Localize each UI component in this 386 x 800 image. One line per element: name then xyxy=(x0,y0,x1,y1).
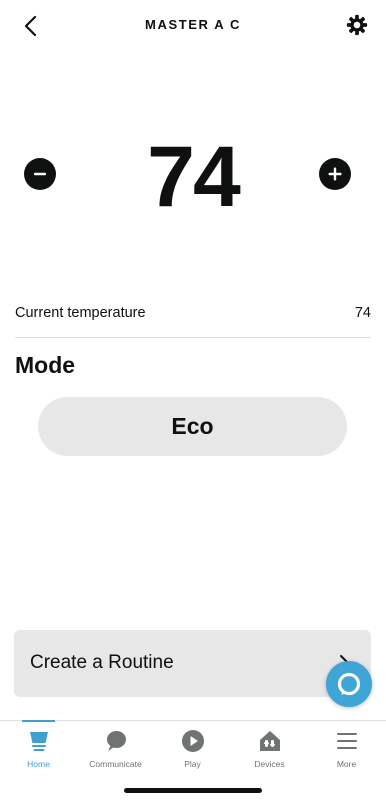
alexa-icon xyxy=(337,672,361,696)
play-icon xyxy=(181,730,204,752)
current-temperature-row: Current temperature 74 xyxy=(15,298,371,338)
alexa-button[interactable] xyxy=(326,661,372,707)
settings-button[interactable] xyxy=(344,12,370,38)
current-temperature-value: 74 xyxy=(354,305,371,321)
mode-selected-label: Eco xyxy=(171,413,214,439)
current-temperature-label: Current temperature xyxy=(15,305,146,321)
tab-devices[interactable]: Devices xyxy=(231,721,308,781)
menu-icon xyxy=(336,733,357,749)
devices-icon xyxy=(259,731,280,751)
plus-circle-icon xyxy=(328,167,342,181)
header: MASTER A C xyxy=(0,0,386,52)
chat-bubble-icon xyxy=(106,731,126,751)
tab-label-play: Play xyxy=(184,759,201,769)
page-title: MASTER A C xyxy=(145,17,241,32)
gear-icon xyxy=(346,14,368,36)
thermostat-control: 74 xyxy=(0,130,386,225)
active-tab-indicator xyxy=(22,720,55,722)
tab-label-home: Home xyxy=(27,759,50,769)
home-indicator-bar[interactable] xyxy=(124,788,262,793)
tab-label-more: More xyxy=(336,759,357,769)
increase-temperature-button[interactable] xyxy=(319,158,351,190)
mode-selector-button[interactable]: Eco xyxy=(38,397,347,456)
tab-home[interactable]: Home xyxy=(0,720,77,781)
create-routine-button[interactable]: Create a Routine xyxy=(14,630,371,697)
tab-label-devices: Devices xyxy=(254,759,285,769)
tab-label-communicate: Communicate xyxy=(89,759,142,769)
create-routine-label: Create a Routine xyxy=(30,652,174,673)
home-icon xyxy=(29,732,48,751)
mode-heading: Mode xyxy=(15,352,76,378)
tab-play[interactable]: Play xyxy=(154,721,231,781)
tab-more[interactable]: More xyxy=(308,721,385,781)
tab-communicate[interactable]: Communicate xyxy=(77,721,154,781)
